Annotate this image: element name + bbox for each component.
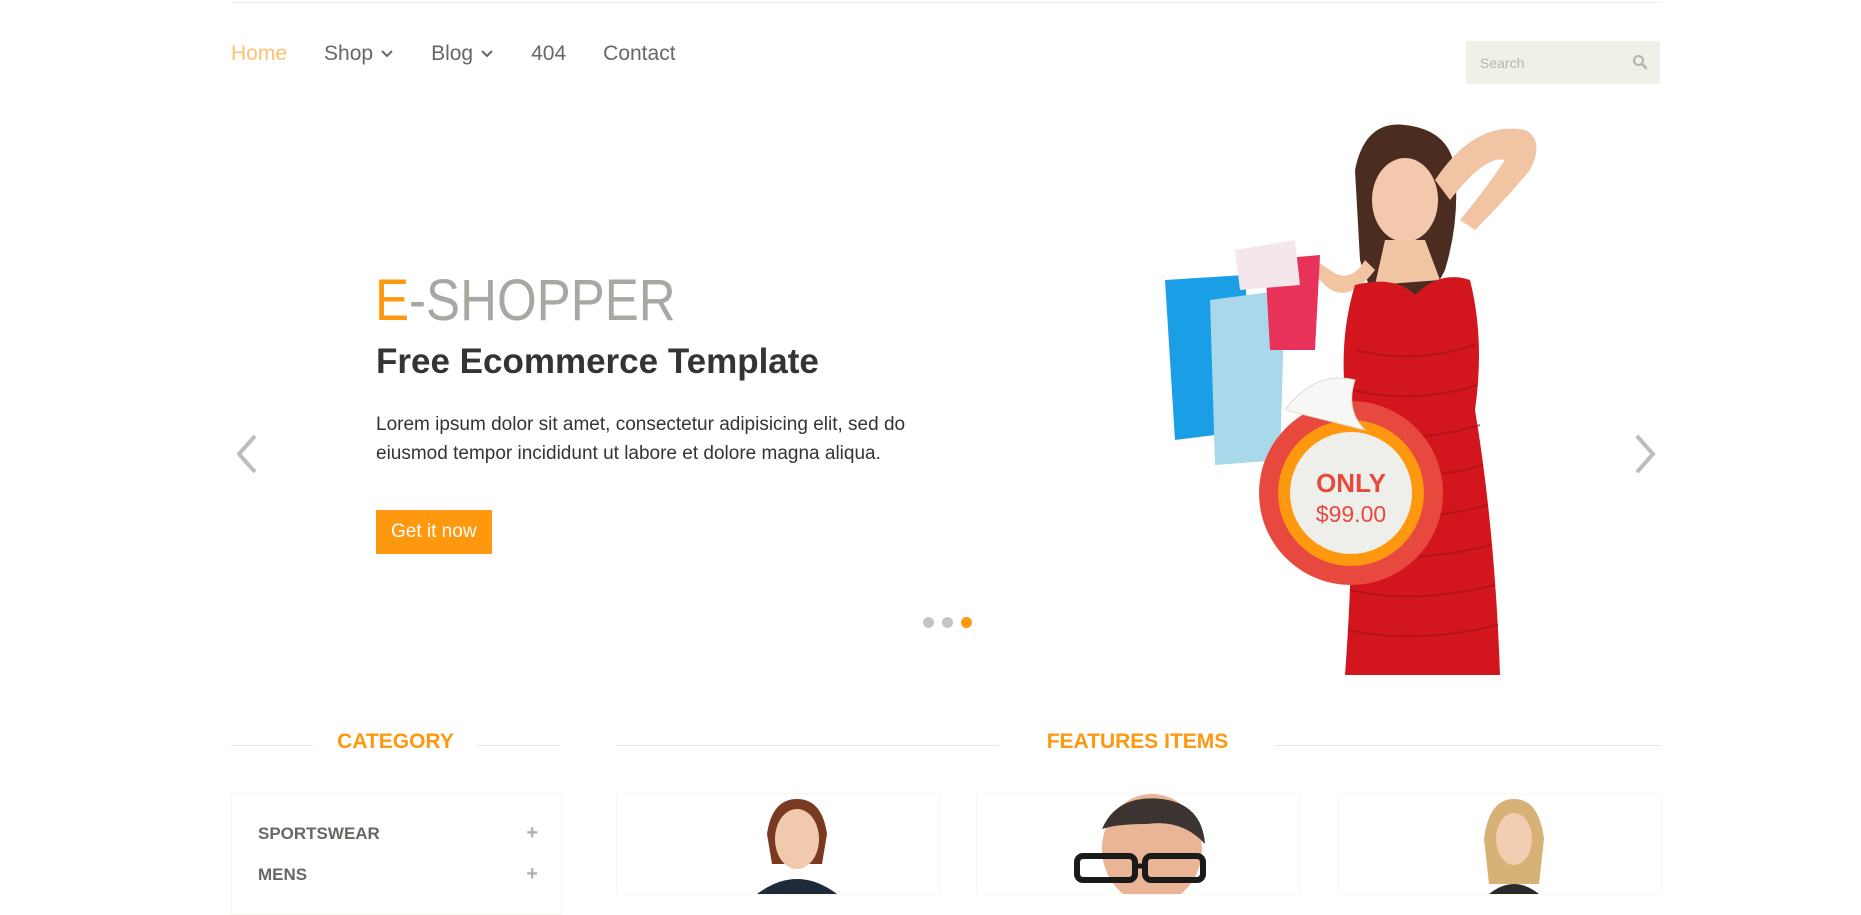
category-rule-right <box>478 745 560 746</box>
product-card[interactable] <box>1338 793 1662 895</box>
product-card[interactable] <box>976 793 1300 895</box>
slider-prev-arrow-icon[interactable] <box>231 430 261 478</box>
nav-404[interactable]: 404 <box>531 42 566 66</box>
price-badge-amount: $99.00 <box>1316 501 1386 527</box>
nav-404-label: 404 <box>531 42 567 65</box>
hero-model-image: ONLY $99.00 <box>1165 124 1537 675</box>
product-image <box>1484 799 1544 894</box>
top-divider <box>231 2 1661 3</box>
slider-indicators <box>923 617 972 628</box>
product-image <box>1074 794 1206 894</box>
nav-blog-label: Blog <box>431 42 474 65</box>
product-card[interactable] <box>616 793 940 895</box>
features-heading: FEATURES ITEMS <box>1046 730 1229 753</box>
nav-shop-label: Shop <box>324 42 374 65</box>
nav-contact[interactable]: Contact <box>603 42 675 66</box>
chevron-down-icon <box>381 50 393 58</box>
search-input[interactable] <box>1466 41 1630 84</box>
category-panel: SPORTSWEAR + MENS + <box>231 793 562 915</box>
plus-icon[interactable]: + <box>526 863 538 886</box>
get-it-now-button[interactable]: Get it now <box>376 510 492 554</box>
main-nav: Home Shop Blog 404 Contact <box>231 40 713 68</box>
chevron-down-icon <box>481 50 493 58</box>
slide-headline: Free Ecommerce Template <box>376 342 819 381</box>
nav-blog[interactable]: Blog <box>431 42 494 66</box>
slider-next-arrow-icon[interactable] <box>1631 430 1661 478</box>
slide-indicator-2[interactable] <box>942 617 953 628</box>
brand-title: E-SHOPPER <box>375 267 676 334</box>
product-image <box>757 799 837 894</box>
slide-indicator-1[interactable] <box>923 617 934 628</box>
category-rule-left <box>231 745 313 746</box>
category-item-sportswear[interactable]: SPORTSWEAR + <box>258 822 538 845</box>
nav-home[interactable]: Home <box>231 42 287 66</box>
features-rule-left <box>616 745 999 746</box>
brand-rest: -SHOPPER <box>409 268 676 333</box>
nav-shop[interactable]: Shop <box>324 42 394 66</box>
hero-slider: E-SHOPPER Free Ecommerce Template Lorem … <box>231 110 1661 675</box>
search-box <box>1466 41 1660 84</box>
nav-home-label: Home <box>231 42 288 65</box>
search-icon[interactable] <box>1632 54 1648 70</box>
category-item-mens[interactable]: MENS + <box>258 863 538 886</box>
category-label: SPORTSWEAR <box>258 823 380 843</box>
nav-contact-label: Contact <box>603 42 676 65</box>
price-badge-only: ONLY <box>1316 468 1386 498</box>
slide-indicator-3[interactable] <box>961 617 972 628</box>
features-rule-right <box>1276 745 1661 746</box>
plus-icon[interactable]: + <box>526 822 538 845</box>
slide-description: Lorem ipsum dolor sit amet, consectetur … <box>376 414 906 464</box>
brand-accent: E <box>375 268 410 333</box>
category-heading: CATEGORY <box>337 730 454 753</box>
